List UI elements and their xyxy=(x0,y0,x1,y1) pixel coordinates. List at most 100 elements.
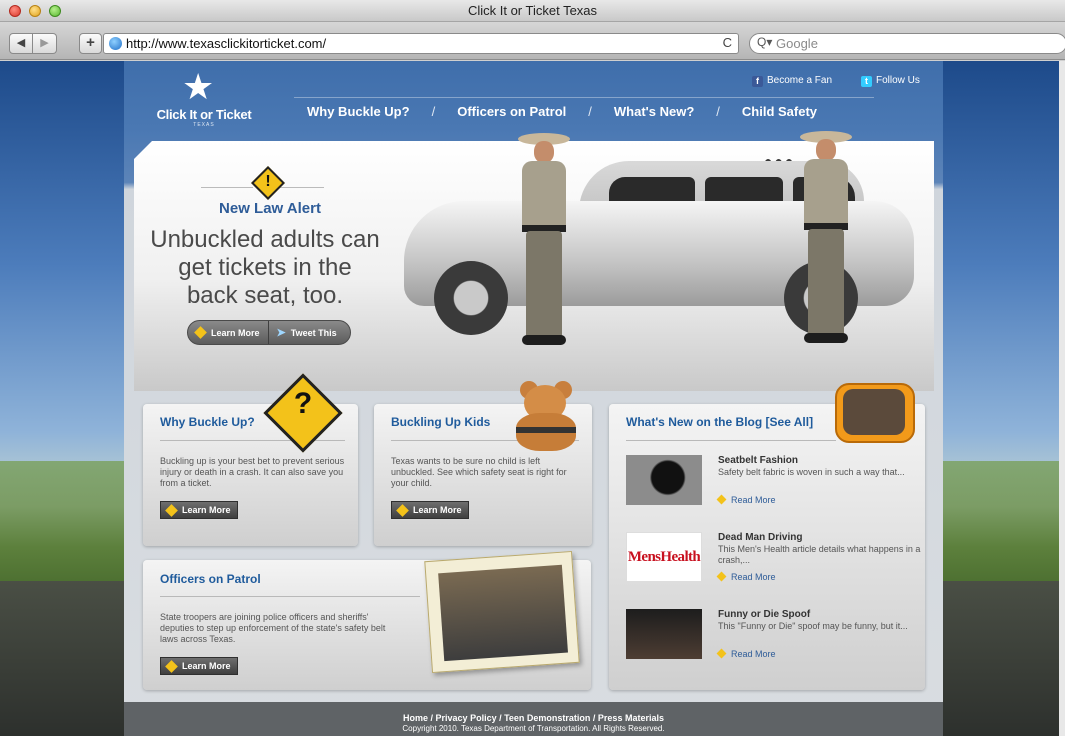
nav-item-why-buckle-up[interactable]: Why Buckle Up? xyxy=(307,104,410,119)
search-placeholder: Google xyxy=(776,36,818,51)
panel-rule xyxy=(626,440,836,441)
nav-item-whats-new[interactable]: What's New? xyxy=(614,104,694,119)
video-thumbnail[interactable] xyxy=(626,609,702,659)
mens-health-thumbnail[interactable]: MensHealth xyxy=(626,532,702,582)
diamond-icon xyxy=(716,494,727,505)
tweet-this-button[interactable]: ➤ Tweet This xyxy=(267,321,345,344)
diamond-icon xyxy=(716,648,727,659)
trooper-torso xyxy=(804,159,848,227)
trooper-boots xyxy=(804,333,848,343)
reload-icon[interactable]: C xyxy=(723,35,732,50)
window-titlebar: Click It or Ticket Texas xyxy=(0,0,1065,22)
blog-item-desc: This Men's Health article details what h… xyxy=(718,544,921,565)
facebook-icon: f xyxy=(752,76,763,87)
search-icon[interactable]: Q▾ xyxy=(757,35,772,49)
forward-button[interactable]: ▶ xyxy=(33,33,57,54)
question-mark-icon: ? xyxy=(293,387,313,420)
page-viewport: ★ Click It or Ticket TEXAS f Become a Fan… xyxy=(0,61,1065,736)
nav-divider xyxy=(294,97,874,98)
diamond-icon xyxy=(716,571,727,582)
learn-more-button[interactable]: Learn More xyxy=(188,321,268,344)
diamond-icon xyxy=(396,503,409,517)
teddy-bear-icon xyxy=(510,381,582,451)
nav-separator: / xyxy=(431,104,436,119)
diamond-icon xyxy=(165,503,178,517)
become-fan-link[interactable]: f Become a Fan xyxy=(752,75,832,87)
url-text[interactable]: http://www.texasclickitorticket.com/ xyxy=(126,36,326,51)
logo-text: Click It or Ticket xyxy=(156,107,252,122)
browser-toolbar: ◀ ▶ + http://www.texasclickitorticket.co… xyxy=(0,22,1065,60)
site-logo[interactable]: ★ Click It or Ticket TEXAS xyxy=(154,69,254,129)
diamond-icon xyxy=(194,326,207,339)
scrollbar[interactable] xyxy=(1059,61,1065,736)
site-footer: Home / Privacy Policy / Teen Demonstrati… xyxy=(124,702,943,736)
seatbelt-thumbnail[interactable] xyxy=(626,455,702,505)
blog-item-desc: This "Funny or Die" spoof may be funny, … xyxy=(718,621,908,631)
panel-title[interactable]: Why Buckle Up? xyxy=(160,415,255,429)
kicker-rule-left xyxy=(201,187,253,188)
address-bar[interactable]: http://www.texasclickitorticket.com/ C xyxy=(103,33,739,54)
learn-more-label: Learn More xyxy=(182,661,231,671)
learn-more-label: Learn More xyxy=(182,505,231,515)
nav-item-officers-on-patrol[interactable]: Officers on Patrol xyxy=(457,104,566,119)
trooper-head xyxy=(816,139,836,161)
panel-body: State troopers are joining police office… xyxy=(160,612,386,644)
star-icon: ★ xyxy=(182,66,215,107)
footer-links[interactable]: Home / Privacy Policy / Teen Demonstrati… xyxy=(124,713,943,723)
blog-item-title[interactable]: Dead Man Driving xyxy=(718,532,802,543)
trooper-legs xyxy=(526,231,562,339)
nav-item-child-safety[interactable]: Child Safety xyxy=(742,104,817,119)
blog-item: Seatbelt Fashion Safety belt fabric is w… xyxy=(626,455,916,515)
learn-more-label: Learn More xyxy=(413,505,462,515)
blog-panel: What's New on the Blog [See All] Seatbel… xyxy=(609,404,925,690)
bird-icon: ➤ xyxy=(276,327,286,339)
panel-body: Buckling up is your best bet to prevent … xyxy=(160,456,345,488)
read-more-label: Read More xyxy=(731,572,776,582)
nav-separator: / xyxy=(588,104,592,119)
trooper-legs xyxy=(808,229,844,337)
panel-rule xyxy=(160,440,345,441)
why-learn-more-button[interactable]: Learn More xyxy=(160,501,238,519)
blog-item: MensHealth Dead Man Driving This Men's H… xyxy=(626,532,920,592)
blog-item-desc: Safety belt fabric is woven in such a wa… xyxy=(718,467,905,477)
back-button[interactable]: ◀ xyxy=(9,33,33,54)
diamond-icon xyxy=(165,659,178,673)
follow-us-link[interactable]: t Follow Us xyxy=(861,75,920,87)
panel-title[interactable]: Buckling Up Kids xyxy=(391,415,490,429)
trooper-photo xyxy=(424,550,580,674)
add-bookmark-button[interactable]: + xyxy=(79,33,102,54)
photo-image xyxy=(438,564,568,662)
footer-copyright: Copyright 2010. Texas Department of Tran… xyxy=(402,724,665,733)
become-fan-label: Become a Fan xyxy=(767,75,833,86)
trooper-head xyxy=(534,141,554,163)
car-wheel xyxy=(434,261,508,335)
panel-title[interactable]: Officers on Patrol xyxy=(160,572,261,586)
hero-actions: Learn More ➤ Tweet This xyxy=(187,320,351,345)
bear-strap xyxy=(516,427,576,433)
exclamation-icon: ! xyxy=(265,173,271,190)
hero-headline: Unbuckled adults can get tickets in the … xyxy=(150,226,380,309)
learn-more-label: Learn More xyxy=(211,327,260,338)
trooper-figure xyxy=(512,133,576,358)
read-more-link[interactable]: Read More xyxy=(716,648,776,659)
search-field[interactable]: Q▾ Google xyxy=(749,33,1065,54)
blog-item-title[interactable]: Funny or Die Spoof xyxy=(718,609,810,620)
trooper-torso xyxy=(522,161,566,229)
panel-rule xyxy=(160,596,420,597)
logo-subtext: TEXAS xyxy=(193,122,215,128)
read-more-label: Read More xyxy=(731,649,776,659)
follow-us-label: Follow Us xyxy=(876,75,920,86)
trooper-figure xyxy=(794,131,858,356)
hero-kicker: New Law Alert xyxy=(219,200,321,217)
tv-screen xyxy=(843,389,905,435)
read-more-link[interactable]: Read More xyxy=(716,571,776,582)
twitter-icon: t xyxy=(861,76,872,87)
read-more-label: Read More xyxy=(731,495,776,505)
officers-learn-more-button[interactable]: Learn More xyxy=(160,657,238,675)
read-more-link[interactable]: Read More xyxy=(716,494,776,505)
blog-item-title[interactable]: Seatbelt Fashion xyxy=(718,455,798,466)
trooper-boots xyxy=(522,335,566,345)
kids-learn-more-button[interactable]: Learn More xyxy=(391,501,469,519)
globe-icon xyxy=(109,37,122,50)
panel-title[interactable]: What's New on the Blog [See All] xyxy=(626,415,813,429)
